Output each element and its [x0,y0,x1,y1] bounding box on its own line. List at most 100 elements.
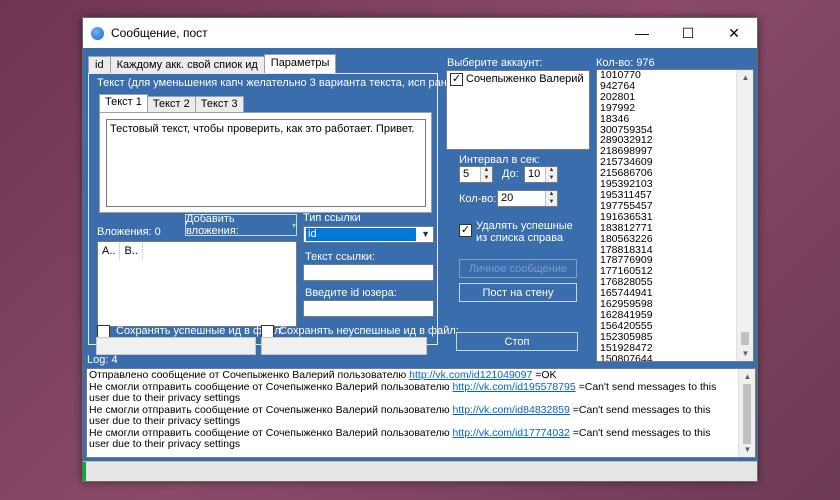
id-list-item[interactable]: 197992 [600,102,753,114]
user-id-input[interactable] [303,300,434,317]
text-subtabs: Текст 1 Текст 2 Текст 3 [99,94,244,112]
message-text-area[interactable]: Тестовый текст, чтобы проверить, как это… [106,119,426,207]
attachments-list-header: A.. B.. [98,242,296,260]
save-fail-label: Сохранять неуспешные ид в файл: [279,325,459,337]
interval-from-value: 5 [463,168,470,180]
id-list-item[interactable]: 180563226 [600,233,753,245]
interval-to-stepper[interactable]: 10 ▲ ▼ [524,166,558,183]
interval-label: Интервал в сек: [459,154,540,166]
progress-fill [83,462,86,481]
account-label: Выберите аккаунт: [447,57,543,69]
id-list-scrollbar[interactable]: ▲ ▼ [736,70,753,361]
link-type-value: id [306,228,416,241]
title-bar: Сообщение, пост — ☐ ✕ [83,18,757,48]
attachments-label: Вложения: 0 [97,226,161,238]
log-entry: Не смогли отправить сообщение от Сочепыж… [89,380,733,405]
account-checkbox[interactable]: ✓ [450,73,463,86]
link-type-label: Тип ссылки [303,212,361,224]
id-count-label: Кол-во: 976 [596,57,655,69]
id-list[interactable]: 1010770 942764 202801 197992 18346 300759354 2… [596,69,754,362]
remove-success-label-2: из списка справа [476,232,564,244]
add-attachments-label: Добавить вложения: [186,213,239,237]
scroll-thumb[interactable] [741,332,749,345]
spin-up-icon[interactable]: ▲ [546,191,557,199]
id-list-item[interactable]: 150807644 [600,353,753,361]
account-list[interactable]: ✓ Сочепыженко Валерий [446,70,590,150]
attachments-list[interactable]: A.. B.. [97,241,297,327]
text-section-label: Текст (для уменьшения капч желательно 3 … [97,77,486,89]
close-button[interactable]: ✕ [711,18,757,48]
interval-from-stepper[interactable]: 5 ▲ ▼ [459,166,493,183]
account-item[interactable]: ✓ Сочепыженко Валерий [447,71,589,87]
spin-down-icon[interactable]: ▼ [481,175,492,183]
scroll-thumb[interactable] [743,384,751,444]
count-spin-buttons[interactable]: ▲ ▼ [545,191,557,206]
app-icon [91,26,104,40]
maximize-button[interactable]: ☐ [665,18,711,48]
log-entry-link[interactable]: http://vk.com/id195578795 [453,381,576,393]
scroll-up-icon[interactable]: ▲ [737,70,753,85]
scroll-down-icon[interactable]: ▼ [737,346,753,361]
id-list-item[interactable]: 18346 [600,113,753,125]
chevron-down-icon: ▼ [421,229,430,239]
count-stepper[interactable]: 20 ▲ ▼ [497,190,558,207]
link-text-label: Текст ссылки: [305,251,376,263]
log-entry: Не смогли отправить сообщение от Сочепыж… [89,426,733,451]
post-wall-button[interactable]: Пост на стену [459,283,577,302]
save-success-label: Сохранять успешные ид в файл: [116,325,284,337]
link-type-select[interactable]: id ▼ [303,226,434,243]
log-scrollbar[interactable]: ▲ ▼ [738,369,755,457]
log-entry-text: Не смогли отправить сообщение от Сочепыж… [89,380,453,393]
id-list-item[interactable]: 151928472 [600,342,753,354]
link-text-input[interactable] [303,264,434,281]
interval-from-spin-buttons[interactable]: ▲ ▼ [480,167,492,182]
add-attachments-button[interactable]: Добавить вложения: ▾ [185,213,297,237]
spin-down-icon[interactable]: ▼ [546,199,557,207]
user-id-label: Введите id юзера: [305,287,397,299]
subtab-text-2[interactable]: Текст 2 [146,96,196,112]
stop-button[interactable]: Стоп [456,332,578,351]
log-entry-status: =OK [532,369,557,381]
log-entry-text: Не смогли отправить сообщение от Сочепыж… [89,403,453,416]
remove-success-label-1: Удалять успешные [476,220,573,232]
text-subpanel: Тестовый текст, чтобы проверить, как это… [99,112,432,213]
tab-id[interactable]: id [88,56,111,73]
account-name: Сочепыженко Валерий [466,73,584,85]
interval-to-value: 10 [528,168,541,180]
log-entry-link[interactable]: http://vk.com/id17774032 [453,427,570,439]
interval-to-spin-buttons[interactable]: ▲ ▼ [545,167,557,182]
scroll-down-icon[interactable]: ▼ [739,442,755,457]
spin-up-icon[interactable]: ▲ [481,167,492,175]
progress-bar [83,461,757,481]
log-entry-link[interactable]: http://vk.com/id84832859 [453,404,570,416]
subtab-text-1[interactable]: Текст 1 [99,94,148,112]
count-label: Кол-во: [459,193,497,205]
log-lines: Отправлено сообщение от Сочепыженко Вале… [87,369,735,452]
save-fail-path-input[interactable] [261,337,427,355]
client-area: id Каждому акк. свой спиок ид Параметры … [83,48,757,481]
spin-up-icon[interactable]: ▲ [546,167,557,175]
send-message-button[interactable]: Личное сообщение [459,259,577,278]
id-list-items: 1010770 942764 202801 197992 18346 300759354 2… [597,70,753,361]
log-box[interactable]: Отправлено сообщение от Сочепыженко Вале… [86,368,756,458]
tab-per-account-list[interactable]: Каждому акк. свой спиок ид [109,56,265,73]
id-list-item[interactable]: 183812771 [600,222,753,234]
dropdown-indicator-icon: ▾ [291,220,296,230]
attachments-col-b[interactable]: B.. [120,242,143,260]
interval-to-label: До: [502,168,519,180]
log-entry-text: Не смогли отправить сообщение от Сочепыж… [89,426,453,439]
minimize-button[interactable]: — [619,18,665,48]
subtab-text-3[interactable]: Текст 3 [194,96,244,112]
log-entry-text: Отправлено сообщение от Сочепыженко Вале… [89,369,410,381]
remove-success-checkbox[interactable]: ✓ [459,224,472,237]
log-label: Log: 4 [87,354,118,366]
scroll-up-icon[interactable]: ▲ [739,369,755,384]
tab-parameters[interactable]: Параметры [263,54,337,73]
window-title: Сообщение, пост [111,26,208,40]
main-window: Сообщение, пост — ☐ ✕ id Каждому акк. св… [82,17,758,482]
save-success-path-input[interactable] [96,337,256,355]
parameters-panel: Текст (для уменьшения капч желательно 3 … [88,73,486,345]
log-entry-link[interactable]: http://vk.com/id121049097 [409,369,532,381]
spin-down-icon[interactable]: ▼ [546,175,557,183]
attachments-col-a[interactable]: A.. [98,242,121,260]
